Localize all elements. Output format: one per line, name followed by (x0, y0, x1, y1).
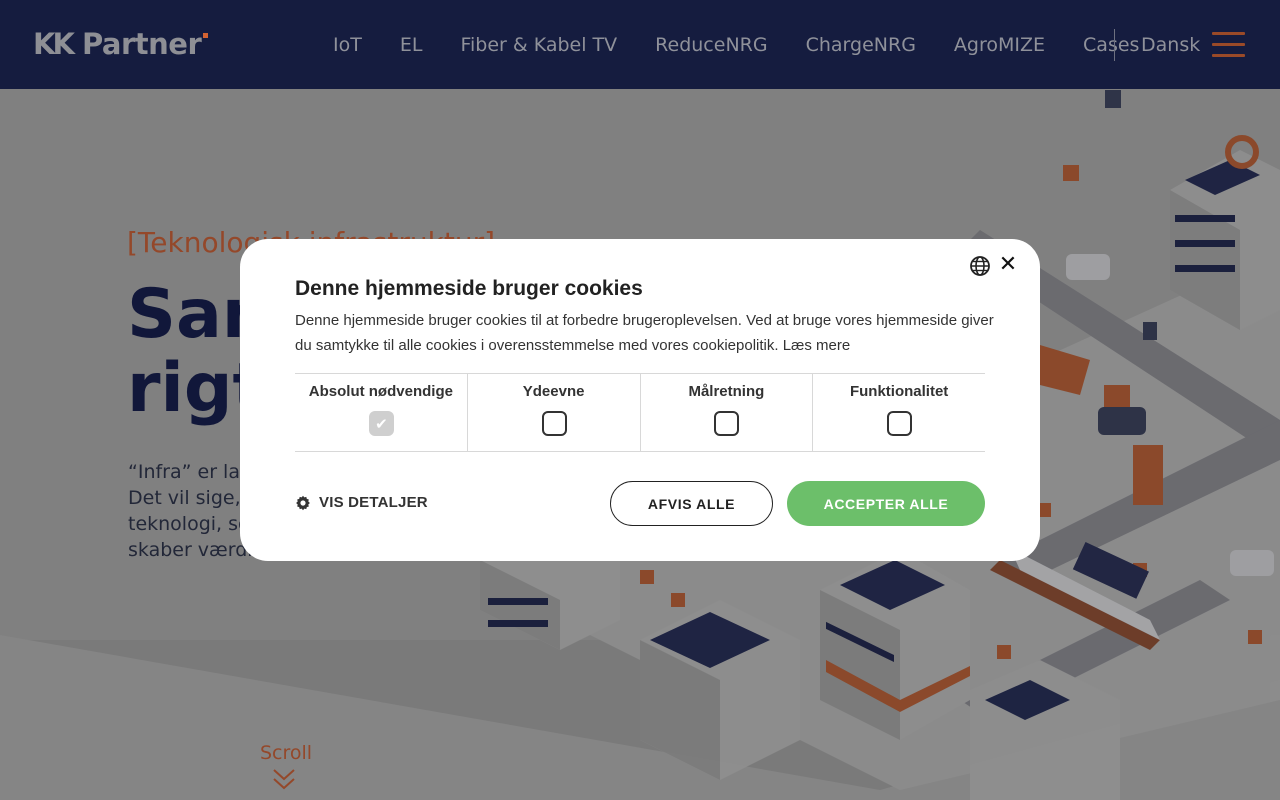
read-more-link[interactable]: Læs mere (783, 337, 851, 354)
cookie-dialog-title: Denne hjemmeside bruger cookies (295, 277, 643, 300)
globe-icon[interactable] (969, 255, 991, 277)
double-chevron-down-icon[interactable] (272, 767, 296, 791)
cookie-category-targeting: Målretning (641, 374, 814, 451)
cookie-dialog-body-text: Denne hjemmeside bruger cookies til at f… (295, 312, 994, 354)
cookie-category-label: Funktionalitet (849, 383, 949, 400)
logo-name: Partner (81, 27, 202, 61)
accept-all-button[interactable]: ACCEPTER ALLE (787, 481, 985, 526)
gear-icon (296, 495, 310, 510)
cookie-categories: Absolut nødvendige ✔ Ydeevne Målretning … (295, 373, 985, 452)
language-selector[interactable]: Dansk (1141, 34, 1200, 56)
cookie-dialog-body: Denne hjemmeside bruger cookies til at f… (295, 308, 995, 358)
nav-item-fiber-kabel-tv[interactable]: Fiber & Kabel TV (460, 34, 617, 56)
nav-item-cases[interactable]: Cases (1083, 34, 1139, 56)
logo-dot (203, 33, 209, 38)
necessary-checkbox: ✔ (368, 411, 394, 436)
nav-item-el[interactable]: EL (400, 34, 423, 56)
show-details-label: VIS DETALJER (319, 494, 428, 511)
menu-bar (1212, 32, 1245, 35)
menu-bar (1212, 43, 1245, 46)
cookie-category-necessary: Absolut nødvendige ✔ (295, 374, 468, 451)
site-header: KK Partner IoT EL Fiber & Kabel TV Reduc… (0, 0, 1280, 89)
functionality-checkbox[interactable] (887, 411, 913, 436)
menu-bar (1212, 54, 1245, 57)
close-icon[interactable]: ✕ (997, 253, 1019, 275)
nav-item-iot[interactable]: IoT (333, 34, 362, 56)
nav-item-reducenrg[interactable]: ReduceNRG (655, 34, 767, 56)
hamburger-menu-icon[interactable] (1212, 32, 1245, 58)
logo-brand: KK (33, 27, 75, 61)
nav-divider (1114, 29, 1115, 61)
scroll-label[interactable]: Scroll (260, 742, 312, 764)
main-nav: IoT EL Fiber & Kabel TV ReduceNRG Charge… (333, 0, 1177, 89)
performance-checkbox[interactable] (541, 411, 567, 436)
cookie-category-label: Absolut nødvendige (308, 383, 453, 400)
kk-partner-logo[interactable]: KK Partner (33, 27, 209, 61)
show-details-toggle[interactable]: VIS DETALJER (295, 494, 428, 511)
cookie-category-performance: Ydeevne (468, 374, 641, 451)
targeting-checkbox[interactable] (714, 411, 740, 436)
reject-all-button[interactable]: AFVIS ALLE (610, 481, 773, 526)
cookie-category-label: Målretning (688, 383, 765, 400)
cookie-category-functionality: Funktionalitet (813, 374, 985, 451)
cookie-category-label: Ydeevne (522, 383, 585, 400)
nav-item-agromize[interactable]: AgroMIZE (954, 34, 1045, 56)
cookie-consent-dialog: ✕ Denne hjemmeside bruger cookies Denne … (240, 239, 1040, 561)
nav-item-chargenrg[interactable]: ChargeNRG (806, 34, 916, 56)
